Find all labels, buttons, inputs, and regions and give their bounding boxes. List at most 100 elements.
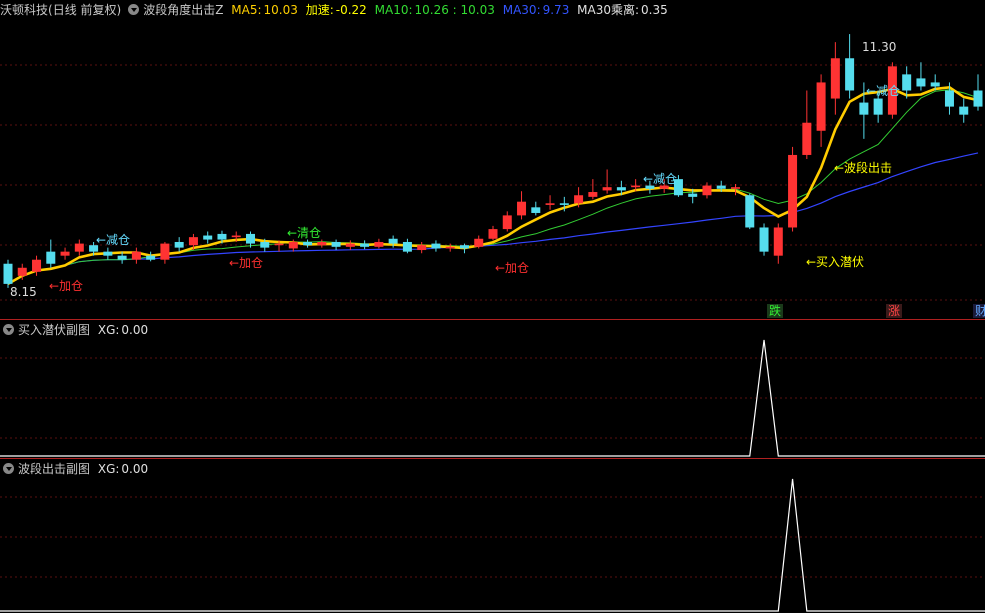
candle	[759, 223, 769, 256]
candle	[431, 240, 441, 252]
candle-body	[688, 193, 698, 197]
candle-body	[317, 241, 327, 246]
sub2-plot[interactable]	[0, 459, 985, 613]
band-attack-subchart[interactable]: 波段出击副图 XG: 0.00	[0, 459, 985, 613]
candle-body	[588, 192, 598, 197]
candle-body	[616, 187, 626, 191]
candle	[203, 231, 213, 244]
candle	[402, 238, 412, 254]
candle-body	[288, 241, 298, 249]
candle-body	[445, 246, 455, 249]
signal-attack: ←波段出击	[834, 161, 893, 175]
candle-body	[246, 233, 255, 244]
xg-signal-line	[0, 339, 985, 457]
candle	[474, 235, 484, 249]
candle-body	[303, 241, 313, 246]
candle	[830, 42, 840, 115]
buy-lurk-subchart[interactable]: 买入潜伏副图 XG: 0.00	[0, 320, 985, 458]
signal-add-3: ←加仓	[495, 261, 530, 275]
candle-body	[517, 201, 527, 216]
candlestick-chart[interactable]	[0, 0, 985, 320]
candle-body	[174, 241, 184, 248]
candle	[545, 195, 555, 210]
candle	[146, 251, 156, 262]
candle	[46, 239, 56, 268]
candle	[74, 239, 84, 256]
candle-body	[845, 58, 855, 91]
candle	[131, 247, 141, 264]
candle	[973, 74, 983, 111]
candle-body	[231, 235, 241, 238]
candle-body	[260, 241, 270, 248]
candle	[317, 239, 327, 248]
candle	[174, 237, 184, 252]
candle	[788, 146, 798, 232]
signal-reduce-2: ←减仓	[643, 172, 678, 186]
candle-body	[545, 203, 555, 205]
candle	[916, 62, 926, 91]
candle	[745, 193, 755, 230]
candle-body	[773, 227, 783, 256]
candle	[602, 169, 612, 194]
candle-body	[60, 251, 70, 256]
candle-body	[702, 185, 712, 196]
candle-body	[816, 82, 826, 131]
candle-body	[274, 243, 284, 246]
candle	[417, 241, 427, 254]
candle	[517, 191, 527, 220]
candle-body	[716, 185, 726, 189]
signal-clear: ←清仓	[287, 226, 322, 240]
candle-body	[345, 243, 355, 247]
candle-body	[217, 233, 227, 240]
candle-body	[759, 227, 769, 252]
candle-body	[902, 74, 912, 91]
candle-body	[32, 259, 42, 272]
candle-body	[830, 58, 840, 99]
candle	[303, 239, 313, 248]
badge-rise[interactable]: 涨	[886, 304, 903, 318]
candle-body	[131, 251, 141, 260]
candle	[773, 223, 783, 264]
signal-add-1: ←加仓	[49, 279, 84, 293]
candle	[445, 243, 455, 252]
candle-body	[160, 243, 170, 260]
main-chart-pane[interactable]: 沃顿科技(日线 前复权) 波段角度出击Z MA5: 10.03 加速: -0.22 M…	[0, 0, 985, 320]
candle-body	[788, 154, 798, 228]
sub1-plot[interactable]	[0, 320, 985, 458]
candle-body	[74, 243, 84, 252]
candle-body	[360, 243, 370, 247]
badge-finance[interactable]: 财	[973, 304, 985, 318]
candle-body	[488, 229, 498, 239]
candle	[816, 74, 826, 147]
candle	[502, 211, 512, 232]
candle-body	[203, 235, 213, 240]
signal-buy: ←买入潜伏	[806, 255, 865, 269]
candle-body	[46, 251, 56, 264]
candle-body	[916, 78, 926, 87]
candle	[802, 90, 812, 159]
candle	[488, 225, 498, 241]
candle-body	[944, 90, 954, 107]
candle-body	[659, 185, 669, 189]
candle	[531, 201, 541, 216]
candle-body	[417, 245, 427, 251]
candle	[374, 238, 384, 249]
low-price-label: 8.15	[10, 285, 37, 299]
candle-body	[402, 241, 412, 252]
candle-body	[146, 255, 156, 260]
candle-body	[802, 122, 812, 155]
candle-body	[731, 187, 740, 189]
candle-body	[3, 263, 13, 284]
candle-body	[188, 237, 198, 246]
candle-body	[973, 90, 983, 107]
candle-body	[559, 203, 569, 205]
candle-body	[531, 207, 541, 213]
signal-reduce-1: ←减仓	[96, 233, 131, 247]
candle-body	[602, 187, 612, 191]
candle-body	[374, 241, 384, 247]
candle	[3, 259, 13, 288]
candle-body	[745, 195, 755, 228]
xg-signal-line	[0, 478, 985, 612]
badge-fall[interactable]: 跌	[767, 304, 784, 318]
candle-body	[103, 251, 113, 256]
